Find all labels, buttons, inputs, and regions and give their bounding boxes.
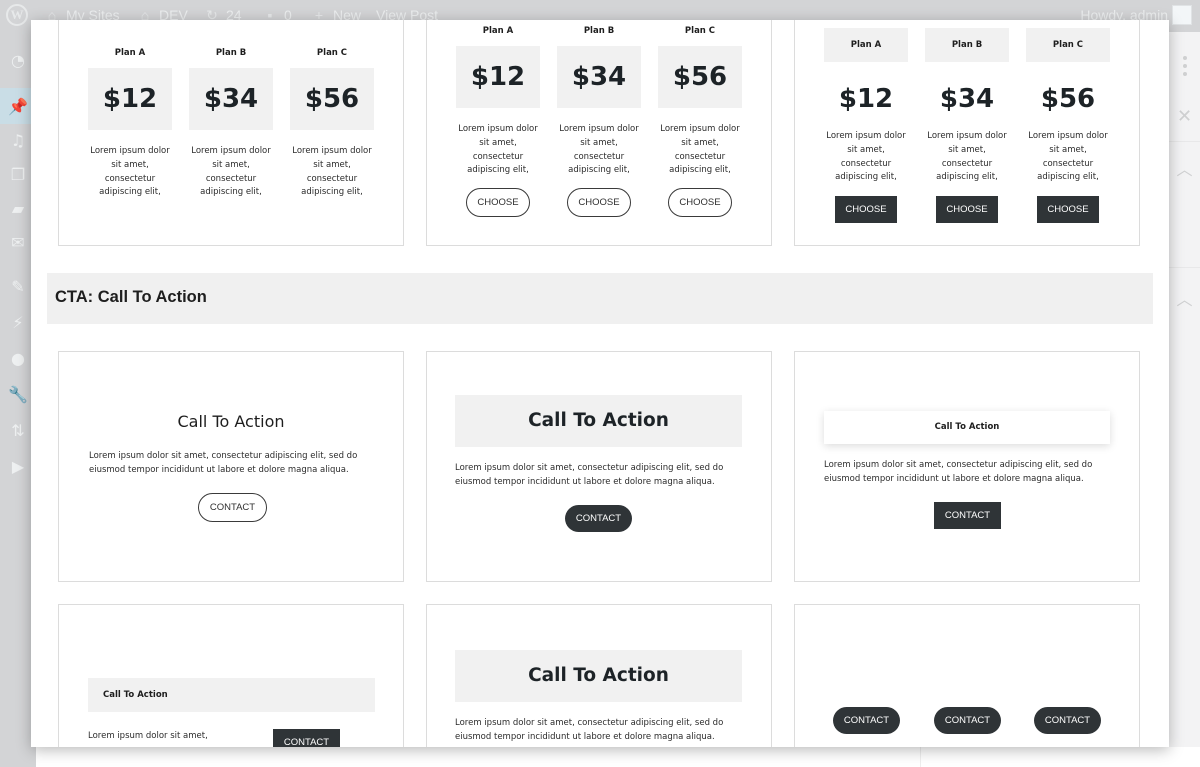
choose-button[interactable]: CHOOSE	[466, 188, 530, 218]
choose-button[interactable]: CHOOSE	[668, 188, 732, 218]
contact-button[interactable]: CONTACT	[198, 493, 267, 522]
cta-body: Lorem ipsum dolor sit amet, consectetur …	[455, 463, 724, 487]
plan-column: Plan B $34 Lorem ipsum dolor sit amet, c…	[189, 46, 273, 200]
plan-price: $34	[557, 46, 641, 108]
plan-description: Lorem ipsum dolor sit amet, consectetur …	[660, 124, 740, 176]
cta-body: Lorem ipsum dolor sit amet, consectetur …	[455, 718, 724, 742]
plan-description: Lorem ipsum dolor sit amet, consectetur …	[90, 146, 170, 198]
pattern-preview-cta-banner-2[interactable]: Call To Action Lorem ipsum dolor sit ame…	[426, 604, 772, 747]
plan-price: $12	[456, 46, 540, 108]
plan-name: Plan C	[684, 26, 716, 36]
contact-button[interactable]: CONTACT	[1034, 707, 1101, 734]
choose-button[interactable]: CHOOSE	[567, 188, 631, 218]
chevron-up-icon[interactable]: ︿	[1169, 144, 1200, 268]
plan-description: Lorem ipsum dolor sit amet, consectetur …	[559, 124, 639, 176]
contact-button[interactable]: CONTACT	[934, 502, 1001, 529]
pattern-category-header: CTA: Call To Action	[47, 273, 1153, 324]
plan-price: $34	[939, 84, 995, 114]
cta-body: Lorem ipsum dolor sit amet,	[88, 731, 208, 741]
plan-name: Plan C	[1026, 28, 1110, 62]
plan-name: Plan A	[824, 28, 908, 62]
plan-name: Plan B	[925, 28, 1009, 62]
plan-name: Plan B	[215, 48, 247, 58]
cta-heading: Call To Action	[177, 412, 285, 431]
divider	[920, 747, 921, 767]
choose-button[interactable]: CHOOSE	[1037, 196, 1099, 224]
cta-heading: Call To Action	[88, 678, 375, 712]
pattern-preview-cta-outline[interactable]: Call To Action Lorem ipsum dolor sit ame…	[58, 351, 404, 582]
plan-name: Plan A	[114, 48, 146, 58]
choose-button[interactable]: CHOOSE	[835, 196, 897, 224]
close-icon[interactable]: ✕	[1169, 92, 1200, 142]
block-patterns-modal: Plan A $12 Lorem ipsum dolor sit amet, c…	[31, 20, 1169, 747]
section-title: CTA: Call To Action	[55, 288, 207, 306]
plan-description: Lorem ipsum dolor sit amet, consectetur …	[1028, 131, 1108, 183]
pattern-preview-cta-split[interactable]: Call To Action Lorem ipsum dolor sit ame…	[58, 604, 404, 747]
pattern-preview-pricing-dark[interactable]: Plan A $12 Lorem ipsum dolor sit amet, c…	[794, 20, 1140, 246]
pattern-preview-pricing-plain[interactable]: Plan A $12 Lorem ipsum dolor sit amet, c…	[58, 20, 404, 246]
plan-price: $56	[1040, 84, 1096, 114]
plan-price: $56	[658, 46, 742, 108]
plan-column: Plan C $56 Lorem ipsum dolor sit amet, c…	[290, 46, 374, 200]
plan-column: Plan C $56 Lorem ipsum dolor sit amet, c…	[658, 24, 742, 218]
pattern-preview-cta-buttons[interactable]: CONTACT CONTACT CONTACT	[794, 604, 1140, 747]
plan-description: Lorem ipsum dolor sit amet, consectetur …	[458, 124, 538, 176]
plan-description: Lorem ipsum dolor sit amet, consectetur …	[826, 131, 906, 183]
plan-column: Plan A $12 Lorem ipsum dolor sit amet, c…	[456, 24, 540, 218]
plan-name: Plan B	[583, 26, 615, 36]
choose-button[interactable]: CHOOSE	[936, 196, 998, 224]
plan-description: Lorem ipsum dolor sit amet, consectetur …	[292, 146, 372, 198]
contact-button[interactable]: CONTACT	[934, 707, 1001, 734]
plan-column: Plan B $34 Lorem ipsum dolor sit amet, c…	[925, 28, 1009, 224]
plan-price: $34	[189, 68, 273, 130]
cta-heading: Call To Action	[455, 395, 742, 447]
chevron-up-icon[interactable]: ︿	[1169, 278, 1200, 498]
contact-button[interactable]: CONTACT	[833, 707, 900, 734]
wordpress-logo-icon[interactable]: W	[6, 4, 28, 26]
pattern-preview-cta-shadow[interactable]: Call To Action Lorem ipsum dolor sit ame…	[794, 351, 1140, 582]
avatar[interactable]	[1172, 5, 1192, 25]
plan-name: Plan A	[482, 26, 514, 36]
settings-panel: ✕ ︿ ︿	[1169, 32, 1200, 747]
plan-description: Lorem ipsum dolor sit amet, consectetur …	[191, 146, 271, 198]
contact-button[interactable]: CONTACT	[273, 729, 340, 747]
plan-name: Plan C	[316, 48, 348, 58]
editor-background	[36, 747, 1200, 767]
plan-column: Plan B $34 Lorem ipsum dolor sit amet, c…	[557, 24, 641, 218]
plan-price: $56	[290, 68, 374, 130]
contact-button[interactable]: CONTACT	[565, 505, 632, 532]
more-options-icon[interactable]	[1169, 46, 1200, 86]
plan-column: Plan A $12 Lorem ipsum dolor sit amet, c…	[824, 28, 908, 224]
plan-price: $12	[838, 84, 894, 114]
cta-heading: Call To Action	[455, 650, 742, 702]
plan-description: Lorem ipsum dolor sit amet, consectetur …	[927, 131, 1007, 183]
cta-body: Lorem ipsum dolor sit amet, consectetur …	[824, 460, 1093, 484]
plan-column: Plan C $56 Lorem ipsum dolor sit amet, c…	[1026, 28, 1110, 224]
pattern-preview-cta-banner[interactable]: Call To Action Lorem ipsum dolor sit ame…	[426, 351, 772, 582]
plan-column: Plan A $12 Lorem ipsum dolor sit amet, c…	[88, 46, 172, 200]
cta-heading: Call To Action	[824, 411, 1110, 444]
plan-price: $12	[88, 68, 172, 130]
pattern-preview-pricing-outline[interactable]: Plan A $12 Lorem ipsum dolor sit amet, c…	[426, 20, 772, 246]
cta-body: Lorem ipsum dolor sit amet, consectetur …	[89, 451, 358, 475]
